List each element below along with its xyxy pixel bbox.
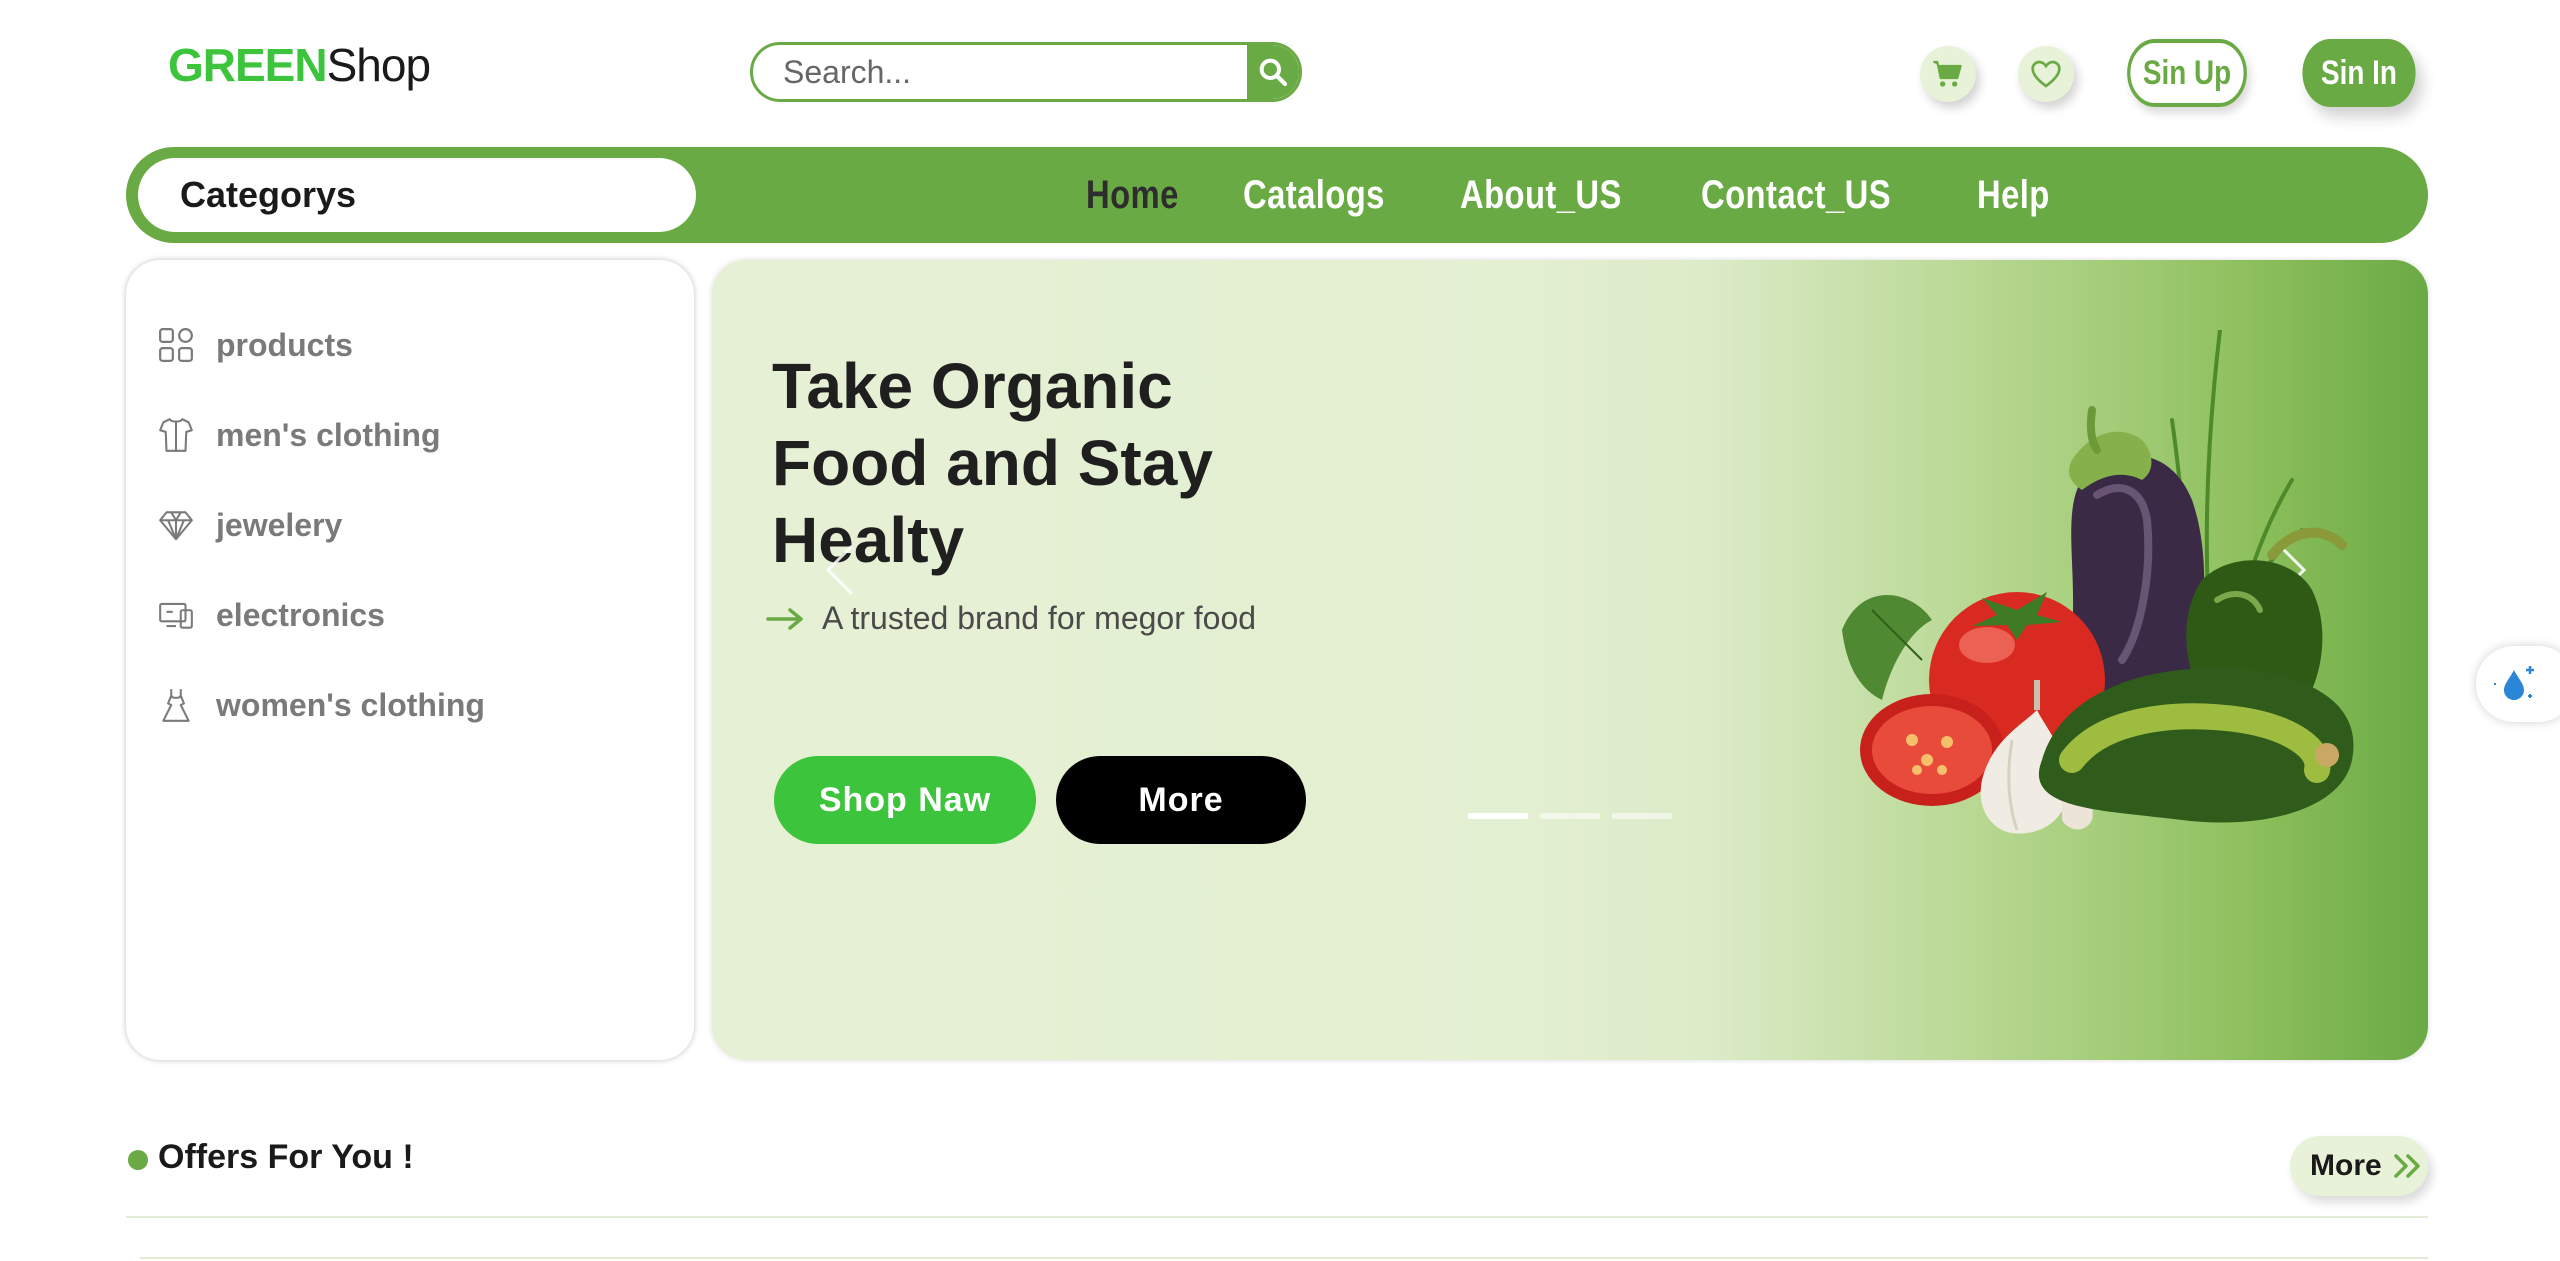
hero-title-line-3: Healty [772,504,965,576]
arrow-right-icon [766,607,803,630]
carousel-dot-3[interactable] [1612,813,1672,819]
search-icon [1259,58,1288,87]
hero-title: Take Organic Food and Stay Healty [772,348,1372,579]
grid-icon [156,325,196,365]
logo-green-text: GREEN [168,39,328,91]
sidebar-item-mens-clothing[interactable]: men's clothing [156,410,441,460]
diamond-icon [156,505,196,545]
offers-title: Offers For You ! [158,1138,414,1176]
devices-icon [156,595,196,635]
sidebar-item-womens-clothing[interactable]: women's clothing [156,680,485,730]
sidebar-item-label: electronics [216,596,385,633]
hero-title-line-1: Take Organic [772,350,1173,422]
nav-link-contact-us[interactable]: Contact_US [1701,173,1891,218]
shop-now-button[interactable]: Shop Naw [774,756,1036,844]
section-divider [126,1216,2428,1218]
sidebar-item-label: jewelery [216,506,343,543]
logo[interactable]: GREENShop [168,38,431,92]
search-button[interactable] [1247,45,1299,99]
offers-more-button[interactable]: More [2290,1136,2428,1196]
logo-shop-text: Shop [326,39,431,91]
main-navbar: Categorys Home Catalogs About_US Contact… [126,147,2428,243]
hero-carousel: Take Organic Food and Stay Healty A trus… [712,260,2428,1060]
shirt-icon [156,415,196,455]
vegetables-image [1842,330,2354,834]
heart-icon [2031,60,2061,88]
wishlist-button[interactable] [2018,46,2074,102]
carousel-prev-icon[interactable] [820,540,860,600]
water-drop-icon [2494,666,2534,700]
floating-widget-button[interactable] [2476,646,2560,722]
hero-subtitle-text: A trusted brand for megor food [822,600,1257,636]
carousel-indicators [1468,813,1672,819]
offers-more-label: More [2310,1149,2382,1182]
hero-more-button[interactable]: More [1056,756,1306,844]
sidebar-item-label: men's clothing [216,416,441,453]
sidebar-item-label: women's clothing [216,686,485,723]
hero-subtitle: A trusted brand for megor food [766,600,1256,637]
nav-link-help[interactable]: Help [1977,173,2050,218]
signin-button[interactable]: Sin In [2302,39,2416,107]
carousel-dot-2[interactable] [1540,813,1600,819]
hero-title-line-2: Food and Stay [772,427,1213,499]
sidebar-item-products[interactable]: products [156,320,353,370]
search-input[interactable] [753,45,1253,99]
double-chevron-right-icon [2393,1154,2420,1178]
search-bar [750,42,1302,102]
category-sidebar: products men's clothing jewelery electro… [126,260,694,1060]
carousel-dot-1[interactable] [1468,813,1528,819]
nav-links: Home Catalogs About_US Contact_US Help [1086,147,2110,243]
dress-icon [156,685,196,725]
sidebar-item-label: products [216,326,353,363]
cart-button[interactable] [1920,46,1976,102]
sidebar-item-jewelery[interactable]: jewelery [156,500,342,550]
sidebar-item-electronics[interactable]: electronics [156,590,385,640]
offers-bullet [128,1150,148,1170]
nav-link-home[interactable]: Home [1086,173,1179,218]
nav-link-catalogs[interactable]: Catalogs [1243,173,1385,218]
signup-button[interactable]: Sin Up [2127,39,2247,107]
nav-link-about-us[interactable]: About_US [1460,173,1622,218]
section-divider-lower [140,1257,2428,1259]
categories-button[interactable]: Categorys [138,158,696,232]
cart-icon [1933,60,1962,87]
